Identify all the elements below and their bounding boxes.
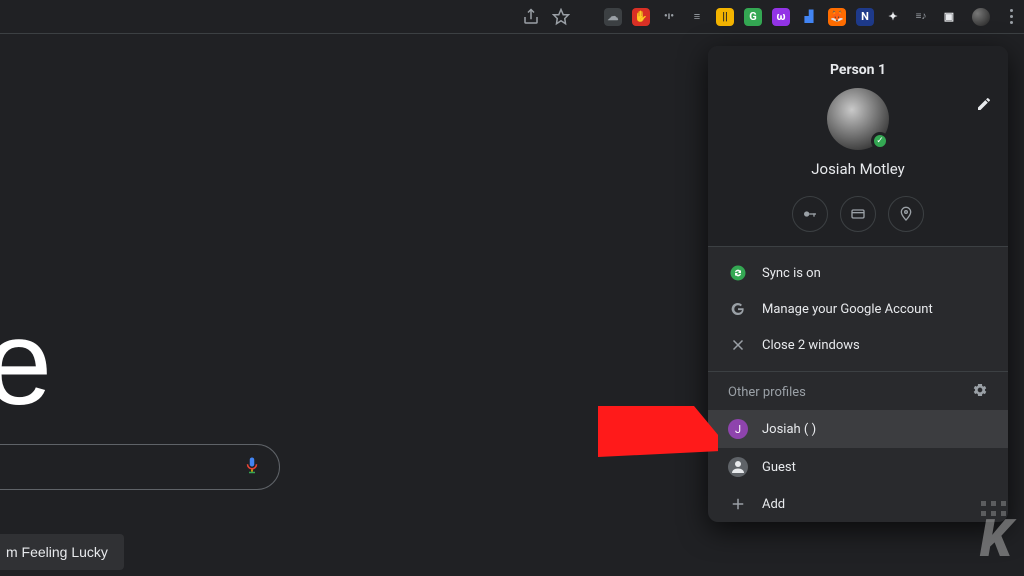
browser-toolbar: ☁ ✋ •ı• ≡ || G ω ▟ 🦊 N ✦ ≡♪ ▣ (0, 0, 1024, 34)
ext-green[interactable]: G (744, 8, 762, 26)
profile-panel-header: Person 1 Josiah Motley (708, 46, 1008, 246)
ext-omega[interactable]: ω (772, 8, 790, 26)
browser-menu-button[interactable] (1004, 9, 1018, 24)
ext-music[interactable]: ≡♪ (912, 8, 930, 26)
close-windows-row[interactable]: Close 2 windows (708, 327, 1008, 363)
profile-label-guest: Guest (762, 460, 796, 475)
ext-puzzle-icon[interactable]: ✦ (884, 8, 902, 26)
profile-row-josiah[interactable]: J Josiah ( ) (708, 410, 1008, 448)
manage-account-row[interactable]: Manage your Google Account (708, 291, 1008, 327)
feeling-lucky-button[interactable]: m Feeling Lucky (0, 534, 124, 570)
guest-icon (728, 457, 748, 477)
sync-label: Sync is on (762, 266, 821, 281)
profile-panel-title: Person 1 (724, 62, 992, 78)
sync-badge-icon (871, 132, 889, 150)
profile-actions-list: Sync is on Manage your Google Account Cl… (708, 246, 1008, 371)
sync-icon (728, 264, 748, 282)
other-profiles-header: Other profiles (708, 371, 1008, 410)
ext-yellow[interactable]: || (716, 8, 734, 26)
profile-avatar-button[interactable] (970, 6, 992, 28)
sync-row[interactable]: Sync is on (708, 255, 1008, 291)
profile-avatar-josiah: J (728, 419, 748, 439)
manage-account-label: Manage your Google Account (762, 302, 933, 317)
ext-dots[interactable]: •ı• (660, 8, 678, 26)
ext-adblock[interactable]: ✋ (632, 8, 650, 26)
add-profile-row[interactable]: Add (708, 486, 1008, 522)
edit-profile-icon[interactable] (976, 96, 992, 116)
plus-icon (728, 495, 748, 513)
profile-row-guest[interactable]: Guest (708, 448, 1008, 486)
profile-avatar (827, 88, 889, 150)
profile-name: Josiah Motley (724, 160, 992, 178)
addresses-button[interactable] (888, 196, 924, 232)
ext-n[interactable]: N (856, 8, 874, 26)
close-icon (728, 336, 748, 354)
bookmark-star-icon[interactable] (552, 8, 570, 26)
other-profiles-label: Other profiles (728, 385, 806, 400)
profile-label-josiah: Josiah ( ) (762, 422, 816, 437)
ext-reader[interactable]: ▣ (940, 8, 958, 26)
manage-profiles-gear-icon[interactable] (972, 382, 988, 402)
extension-row: ☁ ✋ •ı• ≡ || G ω ▟ 🦊 N ✦ ≡♪ ▣ (604, 8, 958, 26)
profile-chip-row (724, 196, 992, 232)
ext-cloud[interactable]: ☁ (604, 8, 622, 26)
add-profile-label: Add (762, 497, 785, 512)
google-g-icon (728, 300, 748, 318)
ext-fox[interactable]: 🦊 (828, 8, 846, 26)
profile-panel: Person 1 Josiah Motley Sync is on (708, 46, 1008, 522)
passwords-button[interactable] (792, 196, 828, 232)
voice-search-icon[interactable] (243, 456, 261, 478)
ext-chart[interactable]: ▟ (800, 8, 818, 26)
google-logo: gle (0, 294, 48, 432)
payments-button[interactable] (840, 196, 876, 232)
close-windows-label: Close 2 windows (762, 338, 860, 353)
share-icon[interactable] (522, 8, 540, 26)
search-input[interactable] (0, 444, 280, 490)
ext-lines[interactable]: ≡ (688, 8, 706, 26)
